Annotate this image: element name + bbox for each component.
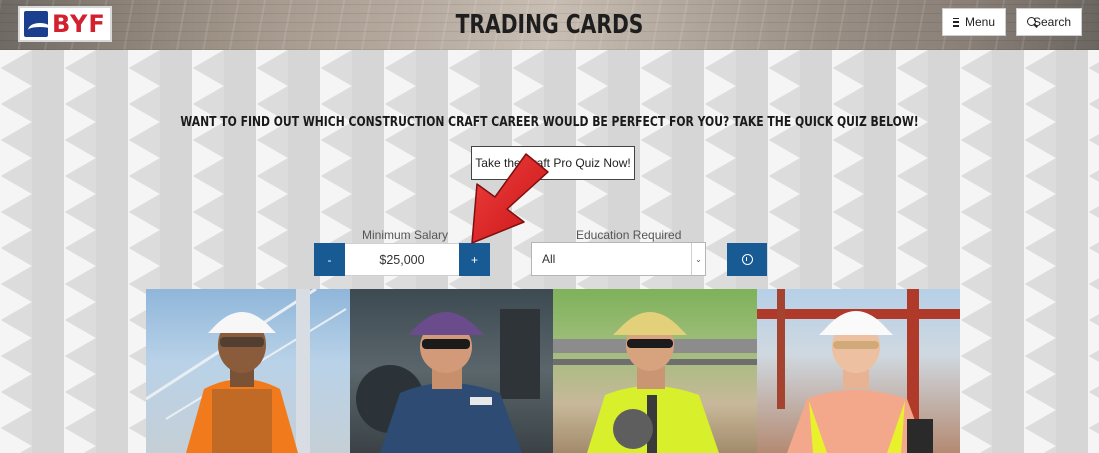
logo-text: BYF: [52, 10, 106, 38]
quiz-heading: WANT TO FIND OUT WHICH CONSTRUCTION CRAF…: [180, 114, 919, 130]
menu-button[interactable]: Menu: [942, 8, 1006, 36]
salary-label: Minimum Salary: [362, 228, 449, 242]
education-select[interactable]: All ⌄: [531, 242, 706, 276]
logo-mark-icon: [24, 11, 48, 37]
salary-decrease-button[interactable]: -: [314, 243, 345, 276]
education-label: Education Required: [576, 228, 682, 242]
worker-photo-1: [146, 289, 347, 453]
chevron-down-icon: ⌄: [691, 243, 705, 275]
card-worker-1[interactable]: [146, 289, 350, 453]
info-icon: [741, 254, 753, 265]
logo[interactable]: BYF: [18, 6, 112, 42]
search-label: Search: [1033, 15, 1072, 29]
card-worker-2[interactable]: [350, 289, 553, 453]
search-button[interactable]: Search: [1016, 8, 1082, 36]
worker-photo-4: [757, 289, 960, 453]
worker-photo-2: [356, 309, 540, 453]
card-worker-4[interactable]: [757, 289, 960, 453]
header-banner: BYF TRADING CARDS Menu Search: [0, 0, 1099, 50]
quiz-button[interactable]: Take the Craft Pro Quiz Now!: [471, 146, 635, 180]
education-selected-value: All: [542, 252, 556, 266]
worker-photo-3: [553, 312, 757, 453]
menu-label: Menu: [964, 15, 995, 29]
info-button[interactable]: [727, 243, 767, 276]
page-title: TRADING CARDS: [455, 10, 644, 40]
salary-input[interactable]: $25,000: [345, 243, 459, 276]
salary-increase-button[interactable]: +: [459, 243, 490, 276]
hamburger-icon: [953, 17, 959, 27]
card-worker-3[interactable]: [553, 289, 757, 453]
